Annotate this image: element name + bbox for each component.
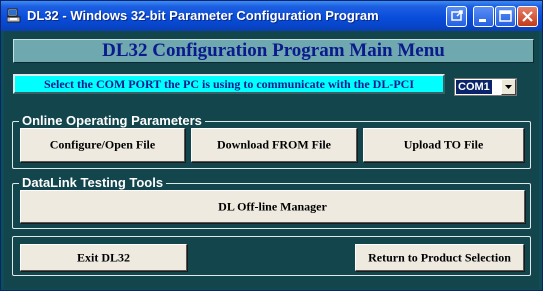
testing-group-title: DataLink Testing Tools (19, 175, 167, 191)
com-port-label: Select the COM PORT the PC is using to c… (13, 74, 445, 94)
dropdown-button[interactable] (501, 79, 516, 95)
download-from-file-button[interactable]: Download FROM File (191, 128, 357, 162)
dl-offline-manager-label: DL Off-line Manager (218, 199, 327, 213)
window-title: DL32 - Windows 32-bit Parameter Configur… (27, 8, 379, 23)
close-icon (522, 11, 533, 22)
download-from-file-label: Download FROM File (217, 137, 331, 152)
maximize-icon (499, 10, 512, 22)
maximize-button[interactable] (495, 6, 516, 27)
chevron-down-icon (505, 85, 512, 89)
return-to-product-selection-button[interactable]: Return to Product Selection (355, 244, 524, 271)
com-port-select[interactable]: COM1 (454, 78, 517, 96)
configure-open-file-label: Configure/Open File (49, 137, 156, 152)
configure-open-file-button[interactable]: Configure/Open File (20, 128, 185, 162)
app-window: DL32 - Windows 32-bit Parameter Configur… (0, 0, 543, 291)
dl-offline-manager-button[interactable]: DL Off-line Manager (20, 190, 525, 223)
printer-computer-icon[interactable] (6, 8, 21, 23)
minimize-button[interactable] (473, 6, 494, 27)
exit-button[interactable]: Exit DL32 (20, 244, 187, 271)
upload-to-file-label: Upload TO File (403, 137, 484, 152)
testing-tools-group: DataLink Testing Tools DL Off-line Manag… (12, 175, 531, 229)
minimize-icon (479, 19, 486, 22)
online-group-title: Online Operating Parameters (19, 113, 205, 129)
exit-label: Exit DL32 (76, 250, 130, 264)
restore-icon (451, 10, 463, 21)
return-label: Return to Product Selection (368, 250, 511, 264)
main-panel: DL32 Configuration Program Main Menu Sel… (4, 31, 539, 289)
restore-button[interactable] (446, 6, 467, 27)
footer-group: Exit DL32 Return to Product Selection (12, 236, 531, 276)
title-bar[interactable]: DL32 - Windows 32-bit Parameter Configur… (1, 1, 542, 31)
online-parameters-group: Online Operating Parameters Configure/Op… (12, 113, 531, 169)
page-title: DL32 Configuration Program Main Menu (13, 39, 534, 63)
com-port-value: COM1 (456, 80, 492, 94)
close-button[interactable] (517, 6, 538, 27)
upload-to-file-button[interactable]: Upload TO File (363, 128, 524, 162)
